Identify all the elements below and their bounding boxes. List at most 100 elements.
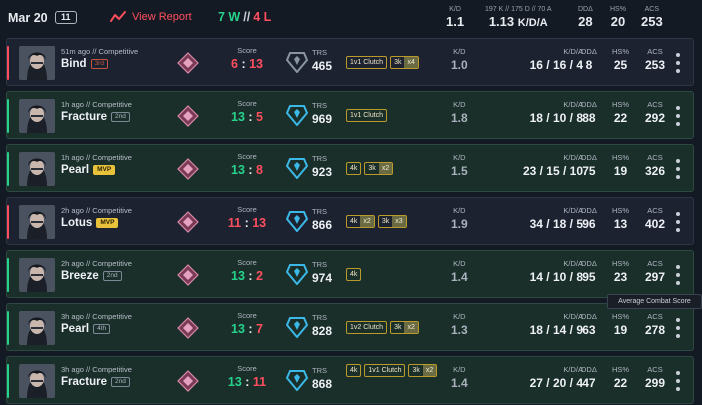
score-label: Score [237, 205, 257, 214]
kd-value: 1.8 [451, 111, 468, 125]
match-row[interactable]: 1h ago // Competitive Pearl MVP Score 13 : 8… [6, 144, 694, 192]
achievement-tags: 1v1 Clutch 3k x4 [346, 56, 446, 69]
achievement-tags: 4k 3k x2 [346, 162, 446, 175]
match-dd: DDΔ 96 [581, 206, 597, 232]
hs-label: HS% [612, 259, 630, 268]
score-enemy: 7 [256, 322, 263, 336]
kebab-menu-icon[interactable] [675, 265, 681, 285]
match-kda: K/D/A 23 / 15 / 10 [499, 153, 583, 179]
kebab-menu-icon[interactable] [675, 159, 681, 179]
trs-score: TRS 923 [312, 154, 332, 181]
dd-label: DDΔ [581, 365, 597, 374]
acs-tooltip: Average Combat Score [607, 294, 702, 309]
view-report-button[interactable]: View Report [110, 10, 192, 24]
match-score: Score 13 : 2 [217, 258, 277, 285]
rank-diamond-icon [177, 52, 199, 74]
match-row[interactable]: 2h ago // Competitive Breeze 2nd Score 13 : … [6, 250, 694, 298]
agent-avatar [19, 205, 55, 239]
kda-value: 18 / 10 / 8 [529, 111, 583, 125]
achievement-tag: 3k x2 [390, 321, 419, 334]
score-enemy: 13 [249, 57, 263, 71]
match-kda: K/D/A 14 / 10 / 8 [499, 259, 583, 285]
hs-label: HS% [612, 100, 630, 109]
match-row[interactable]: 3h ago // Competitive Pearl 4th Score 13 : 7… [6, 303, 694, 351]
trs-label: TRS [312, 260, 327, 269]
kd-value: 1.0 [451, 58, 468, 72]
kebab-menu-icon[interactable] [675, 371, 681, 391]
rank-diamond-icon [177, 264, 199, 286]
session-dd-value: 28 [578, 14, 593, 29]
rank-diamond-icon [177, 211, 199, 233]
match-acs: ACS 402 [645, 206, 665, 232]
match-acs: ACS 299 [645, 365, 665, 391]
rank-diamond-icon [177, 105, 199, 127]
achievement-tag-label: 1v2 Clutch [350, 324, 384, 331]
match-row[interactable]: 2h ago // Competitive Lotus MVP Score 11 : 1… [6, 197, 694, 245]
kebab-menu-icon[interactable] [675, 106, 681, 126]
match-dd: DDΔ 88 [581, 100, 597, 126]
session-kd-value: 1.1 [446, 14, 465, 29]
result-stripe [7, 99, 9, 133]
hs-value: 25 [613, 58, 628, 72]
achievement-tag-multiplier: x4 [404, 57, 418, 68]
achievement-tag: 1v2 Clutch [346, 321, 388, 334]
achievement-tag-label: 4k [350, 165, 358, 172]
hs-value: 13 [613, 217, 628, 231]
losses-count: 4 L [253, 10, 272, 24]
match-score: Score 13 : 11 [217, 364, 277, 391]
match-dd: DDΔ 8 [581, 47, 597, 73]
agent-avatar [19, 311, 55, 345]
trs-label: TRS [312, 366, 327, 375]
kd-value: 1.5 [451, 164, 468, 178]
trs-shield-icon [285, 210, 309, 233]
match-kd: K/D 1.0 [451, 47, 468, 73]
session-acs-label: ACS [644, 6, 660, 13]
kebab-menu-icon[interactable] [675, 212, 681, 232]
result-stripe [7, 205, 9, 239]
acs-label: ACS [647, 206, 663, 215]
agent-avatar [19, 364, 55, 398]
hs-value: 19 [613, 164, 628, 178]
agent-avatar [19, 258, 55, 292]
kda-value: 27 / 20 / 4 [529, 376, 583, 390]
match-row[interactable]: 1h ago // Competitive Fracture 2nd Score 13 … [6, 91, 694, 139]
trs-value: 923 [312, 165, 333, 179]
match-row[interactable]: 51m ago // Competitive Bind 3rd Score 6 : 13… [6, 38, 694, 86]
score-team: 13 [231, 110, 245, 124]
acs-value: 278 [645, 323, 666, 337]
match-kda: K/D/A 27 / 20 / 4 [499, 365, 583, 391]
kda-label: K/D/A [563, 259, 583, 268]
acs-label: ACS [647, 259, 663, 268]
rank-diamond-icon [177, 158, 199, 180]
achievement-tag-label: 3k [368, 165, 376, 172]
achievement-tags: 4k 1v1 Clutch 3k x2 [346, 364, 446, 377]
kda-label: K/D/A [563, 47, 583, 56]
match-score: Score 13 : 8 [217, 152, 277, 179]
trs-score: TRS 828 [312, 313, 332, 340]
acs-label: ACS [647, 47, 663, 56]
agent-avatar [19, 152, 55, 186]
achievement-tag-multiplier: x3 [392, 216, 406, 227]
achievement-tag-label: 3k [394, 324, 402, 331]
kebab-menu-icon[interactable] [675, 53, 681, 73]
wins-count: 7 W [218, 10, 241, 24]
acs-label: ACS [647, 153, 663, 162]
trs-label: TRS [312, 207, 327, 216]
hs-label: HS% [612, 47, 630, 56]
kda-label: K/D/A [563, 206, 583, 215]
kd-label: K/D [453, 100, 466, 109]
match-kda: K/D/A 18 / 10 / 8 [499, 100, 583, 126]
score-team: 11 [227, 216, 242, 230]
chart-line-icon [110, 11, 126, 22]
match-row[interactable]: 3h ago // Competitive Fracture 2nd Score 13 … [6, 356, 694, 404]
achievement-tag-label: 1v1 Clutch [350, 112, 384, 119]
map-name-line: Pearl 4th [61, 323, 111, 335]
acs-value: 402 [645, 217, 666, 231]
agent-avatar [19, 99, 55, 133]
kebab-menu-icon[interactable] [675, 318, 681, 338]
match-score: Score 13 : 7 [217, 311, 277, 338]
score-enemy: 5 [256, 110, 263, 124]
trs-shield-icon [285, 104, 309, 127]
kd-label: K/D [453, 312, 466, 321]
match-dd: DDΔ 63 [581, 312, 597, 338]
